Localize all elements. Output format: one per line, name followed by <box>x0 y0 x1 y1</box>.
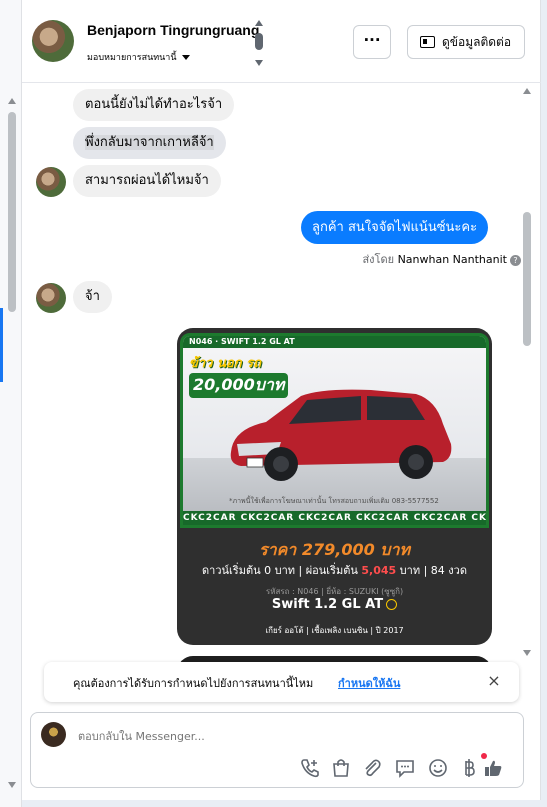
chat-bubble-icon[interactable] <box>394 757 416 779</box>
car-listing-image[interactable]: N046 · SWIFT 1.2 GL AT ข้าว นอก รถ 20,00… <box>177 328 492 645</box>
sender-name: Nanwhan Nanthanit <box>397 253 507 266</box>
more-options-button[interactable]: ··· <box>353 25 391 59</box>
close-icon[interactable]: × <box>485 671 503 690</box>
terms-amount: 5,045 <box>361 564 397 577</box>
incoming-message[interactable]: สามารถผ่อนได้ไหมจ้า <box>73 165 221 197</box>
assign-notice: คุณต้องการได้รับการกำหนดไปยังการสนทนานี้… <box>44 662 519 702</box>
chevron-down-icon <box>181 55 190 60</box>
contact-avatar-small[interactable] <box>36 283 66 313</box>
terms-suffix: บาท | 84 งวด <box>399 564 467 577</box>
brand-strip: CKC2CAR CKC2CAR CKC2CAR CKC2CAR CKC2CAR … <box>183 511 486 525</box>
contact-avatar[interactable] <box>32 20 74 62</box>
thumbs-up-icon[interactable] <box>482 757 504 779</box>
assign-label: มอบหมายการสนทนานี้ <box>87 53 177 63</box>
view-contact-label: ดูข้อมูลติดต่อ <box>442 35 512 49</box>
car-model: Swift 1.2 GL AT <box>177 597 492 612</box>
phone-add-icon[interactable] <box>299 757 321 779</box>
sent-by-line: ส่งโดย Nanwhan Nanthanit? <box>362 250 521 268</box>
notification-dot <box>481 753 487 759</box>
left-sidebar-strip <box>0 0 22 807</box>
scroll-down-arrow[interactable] <box>523 650 531 656</box>
car-model-text: Swift 1.2 GL AT <box>271 597 384 612</box>
photo-banner: N046 · SWIFT 1.2 GL AT <box>183 336 486 348</box>
scroll-up-arrow[interactable] <box>255 20 263 26</box>
emoji-icon[interactable] <box>427 757 449 779</box>
car-photo: N046 · SWIFT 1.2 GL AT ข้าว นอก รถ 20,00… <box>180 333 489 528</box>
message-thread[interactable]: ตอนนี้ยังไม่ได้ทำอะไรจ้า พึ่งกลับมาจากเก… <box>22 84 541 704</box>
scroll-up-arrow[interactable] <box>8 98 16 104</box>
car-specs: เกียร์ ออโต้ | เชื้อเพลิง เบนซิน | ปี 20… <box>265 626 404 635</box>
message-composer <box>30 712 524 788</box>
contact-avatar-small[interactable] <box>36 167 66 197</box>
conversation-panel: Benjaporn Tingrungruang มอบหมายการสนทนาน… <box>22 0 541 800</box>
scroll-up-arrow[interactable] <box>523 88 531 94</box>
page-avatar <box>41 722 66 747</box>
assign-conversation-dropdown[interactable]: มอบหมายการสนทนานี้ <box>87 50 190 64</box>
id-card-icon <box>420 36 435 48</box>
finance-terms: ดาวน์เริ่มต้น 0 บาท | ผ่อนเริ่มต้น 5,045… <box>177 561 492 579</box>
promo-line1: ข้าว นอก รถ <box>189 356 261 371</box>
incoming-message[interactable]: พึ่งกลับมาจากเกาหลีจ้า <box>73 127 226 159</box>
promo-badge: ข้าว นอก รถ 20,000บาท <box>189 352 289 398</box>
assign-notice-text: คุณต้องการได้รับการกำหนดไปยังการสนทนานี้… <box>73 677 314 690</box>
reply-input[interactable] <box>78 728 498 744</box>
incoming-message[interactable]: จ้า <box>73 281 112 313</box>
terms-prefix: ดาวน์เริ่มต้น 0 บาท | ผ่อนเริ่มต้น <box>202 564 358 577</box>
shopping-bag-icon[interactable] <box>330 757 352 779</box>
incoming-message[interactable]: ตอนนี้ยังไม่ได้ทำอะไรจ้า <box>73 89 235 121</box>
left-scrollbar[interactable] <box>8 112 16 312</box>
header-scrollbar[interactable] <box>254 20 264 66</box>
conversation-header: Benjaporn Tingrungruang มอบหมายการสนทนาน… <box>22 0 541 83</box>
outgoing-message[interactable]: ลูกค้า สนใจจัดไฟแน้นซ์นะคะ <box>301 211 489 244</box>
active-conversation-indicator <box>0 308 3 382</box>
message-text: พึ่งกลับมาจากเกาหลีจ้า <box>85 135 214 150</box>
verified-check-icon <box>386 599 398 610</box>
view-contact-button[interactable]: ดูข้อมูลติดต่อ <box>407 25 525 59</box>
scroll-down-arrow[interactable] <box>255 60 263 66</box>
assign-to-me-link[interactable]: กำหนดให้ฉัน <box>338 674 400 692</box>
scroll-down-arrow[interactable] <box>8 782 16 788</box>
promo-line2: 20,000บาท <box>189 373 289 398</box>
contact-name[interactable]: Benjaporn Tingrungruang <box>87 22 259 38</box>
car-price: ราคา 279,000 บาท <box>259 540 410 559</box>
currency-icon[interactable] <box>458 757 480 779</box>
paperclip-icon[interactable] <box>361 757 383 779</box>
sent-by-label: ส่งโดย <box>362 253 395 266</box>
scroll-thumb[interactable] <box>523 212 531 346</box>
photo-disclaimer: *ภาพนี้ใช้เพื่อการโฆษณาเท่านั้น โทรสอบถา… <box>229 497 439 505</box>
scroll-thumb[interactable] <box>255 33 263 50</box>
thread-scrollbar[interactable] <box>520 84 534 664</box>
